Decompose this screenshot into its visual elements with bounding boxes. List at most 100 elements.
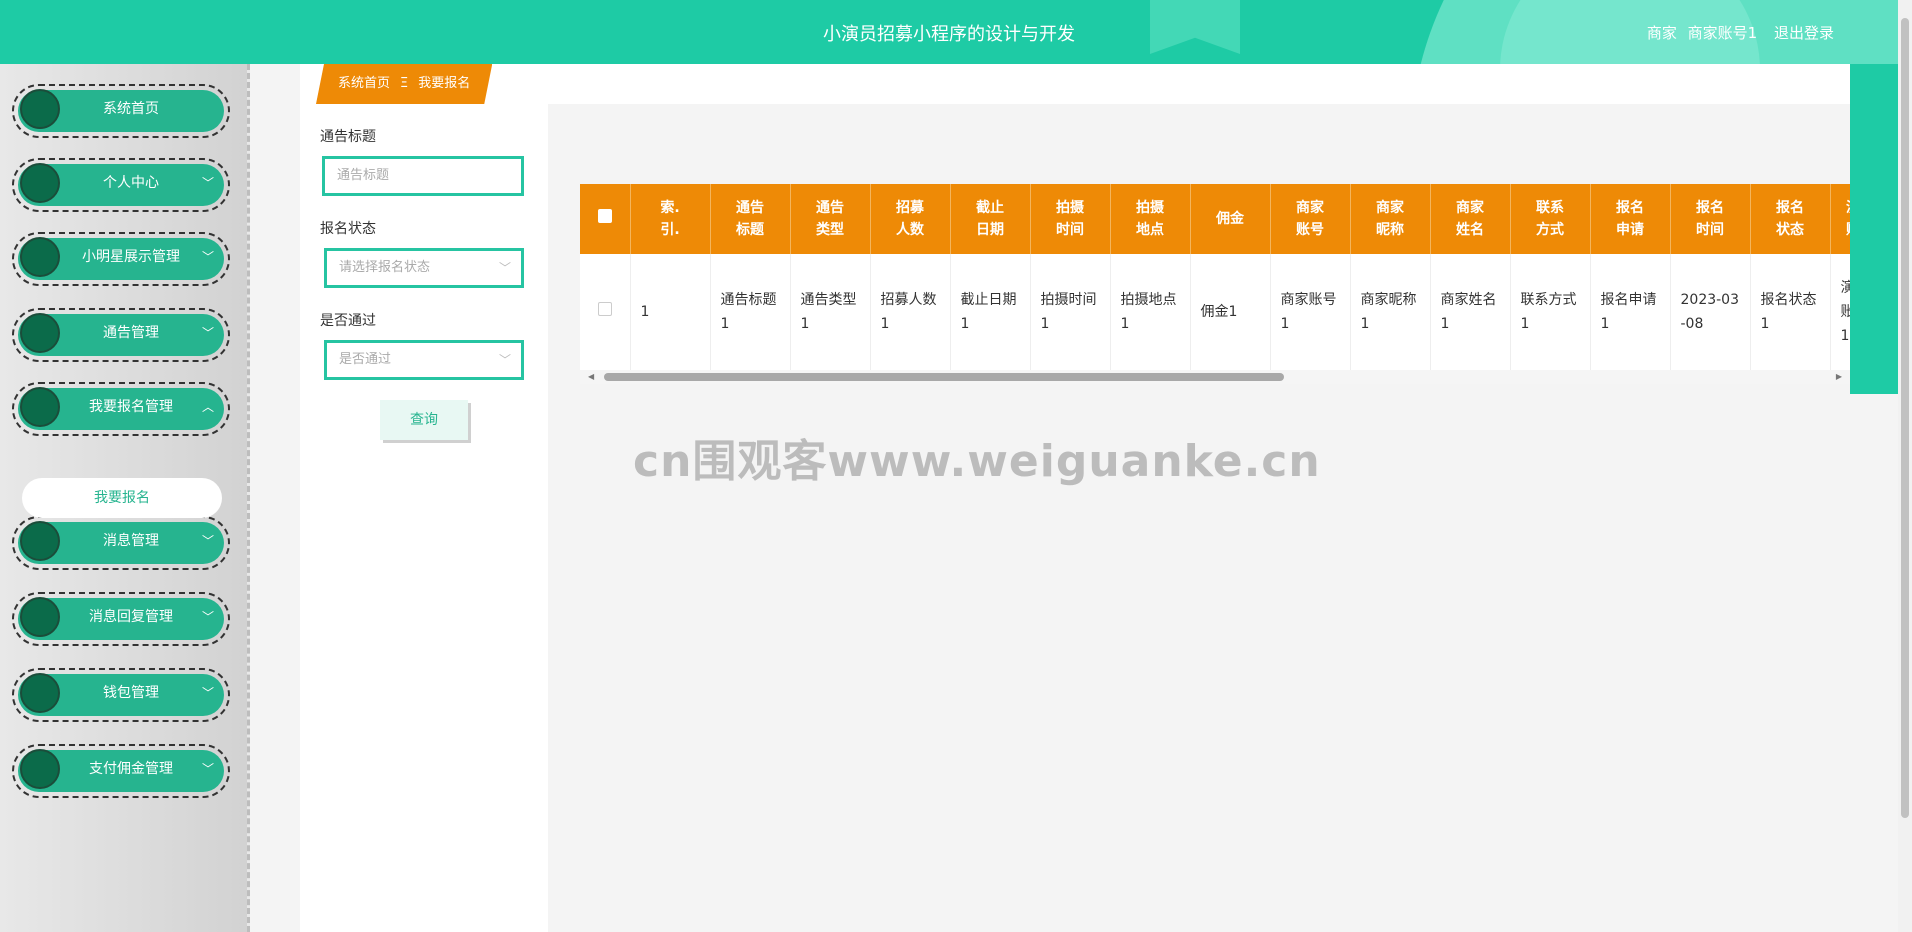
scrollbar-thumb[interactable] bbox=[604, 373, 1284, 381]
signup-table: 索. 引. 通告 标题 通告 类型 招募 人数 截止 日期 拍摄 时间 拍摄 地点 佣金 商家 账号 商家 昵称 商家… bbox=[580, 184, 1850, 371]
table-cell: 截止日期 1 bbox=[950, 254, 1031, 371]
table-row[interactable]: 1 通告标题 1 通告类型 1 招募人数 1 截止日期 1 拍摄时间 1 拍摄地点 1 佣金1 商家账号 1 商… bbox=[580, 254, 1850, 371]
table-cell-text: 商家昵称 bbox=[1360, 292, 1417, 308]
column-header[interactable]: 通告 类型 bbox=[790, 184, 871, 254]
column-header[interactable]: 招募 人数 bbox=[870, 184, 951, 254]
column-header-text: 招募 bbox=[896, 200, 924, 216]
status-select-placeholder: 请选择报名状态 bbox=[339, 260, 431, 275]
chevron-icon: ﹀ bbox=[201, 250, 214, 264]
table-cell: 报名状态 1 bbox=[1750, 254, 1831, 371]
logout-link[interactable]: 退出登录 bbox=[1774, 24, 1834, 42]
sidebar-item-label: 支付佣金管理 bbox=[89, 761, 173, 777]
column-header-text: 佣金 bbox=[1216, 211, 1244, 227]
select-all-checkbox-cell[interactable] bbox=[580, 184, 631, 254]
scroll-right-icon[interactable]: ▶ bbox=[1836, 370, 1842, 384]
table-cell: 拍摄时间 1 bbox=[1030, 254, 1111, 371]
table-cell-text: 商家姓名 bbox=[1440, 292, 1497, 308]
table-cell-text: 联系方式 bbox=[1520, 292, 1577, 308]
select-all-checkbox[interactable] bbox=[597, 209, 612, 223]
pass-label: 是否通过 bbox=[320, 313, 376, 329]
pass-select[interactable]: 是否通过 ﹀ bbox=[324, 340, 524, 380]
column-header[interactable]: 拍摄 地点 bbox=[1110, 184, 1191, 254]
sidebar-item-dot-icon bbox=[20, 89, 60, 129]
table-cell: 招募人数 1 bbox=[870, 254, 951, 371]
table-cell-text: 1 bbox=[1440, 316, 1450, 332]
column-header-text: 昵称 bbox=[1376, 222, 1404, 238]
sidebar: 系统首页 个人中心 ﹀ 小明星展示管理 ﹀ 通告管理 ﹀ 我要报名管理 ︿ 消息管理 ﹀ 消息回复管理… bbox=[0, 64, 250, 932]
column-header[interactable]: 商家 账号 bbox=[1270, 184, 1351, 254]
column-header-text: 账号 bbox=[1835, 219, 1850, 241]
column-header[interactable]: 联系 方式 bbox=[1510, 184, 1591, 254]
sidebar-item-label: 我要报名管理 bbox=[89, 399, 173, 415]
status-label: 报名状态 bbox=[320, 221, 376, 237]
column-header-text: 地点 bbox=[1136, 222, 1164, 238]
table-cell-text: 报名申请 bbox=[1600, 292, 1657, 308]
breadcrumb-home[interactable]: 系统首页 bbox=[338, 76, 390, 91]
column-header-text: 联系 bbox=[1536, 200, 1564, 216]
column-header[interactable]: 报名 时间 bbox=[1670, 184, 1751, 254]
table-cell: 拍摄地点 1 bbox=[1110, 254, 1191, 371]
status-select[interactable]: 请选择报名状态 ﹀ bbox=[324, 248, 524, 288]
column-header[interactable]: 商家 昵称 bbox=[1350, 184, 1431, 254]
table-cell: 佣金1 bbox=[1190, 254, 1271, 371]
column-header-text: 商家 bbox=[1376, 200, 1404, 216]
sidebar-subitem-my-signup[interactable]: 我要报名 bbox=[22, 478, 222, 518]
user-role: 商家 bbox=[1646, 24, 1677, 42]
breadcrumb-bar: 系统首页 Ξ 我要报名 bbox=[300, 64, 1850, 104]
main-panel: 通告标题 通告标题 报名状态 请选择报名状态 ﹀ 是否通过 是否通过 ﹀ 查询 … bbox=[300, 104, 1850, 932]
column-header[interactable]: 商家 姓名 bbox=[1430, 184, 1511, 254]
column-header[interactable]: 佣金 bbox=[1190, 184, 1271, 254]
column-header-text: 引. bbox=[660, 222, 680, 238]
column-header-text: 申请 bbox=[1616, 222, 1644, 238]
table-cell-text: 通告类型 bbox=[800, 292, 857, 308]
row-checkbox[interactable] bbox=[597, 302, 612, 316]
sidebar-item-label: 个人中心 bbox=[103, 175, 159, 191]
column-header[interactable]: 截止 日期 bbox=[950, 184, 1031, 254]
chevron-down-icon: ﹀ bbox=[498, 353, 511, 367]
chevron-icon: ︿ bbox=[201, 400, 214, 414]
user-account: 商家账号1 bbox=[1687, 24, 1758, 42]
sidebar-item-dot-icon bbox=[20, 163, 60, 203]
sidebar-item[interactable]: 消息回复管理 ﹀ bbox=[12, 592, 230, 646]
sidebar-item[interactable]: 小明星展示管理 ﹀ bbox=[12, 232, 230, 286]
sidebar-item[interactable]: 钱包管理 ﹀ bbox=[12, 668, 230, 722]
sidebar-item-label: 通告管理 bbox=[103, 325, 159, 341]
search-panel: 通告标题 通告标题 报名状态 请选择报名状态 ﹀ 是否通过 是否通过 ﹀ 查询 bbox=[300, 104, 548, 932]
horizontal-scrollbar[interactable]: ◀ ▶ bbox=[580, 370, 1850, 384]
column-header[interactable]: 拍摄 时间 bbox=[1030, 184, 1111, 254]
breadcrumb-current: 我要报名 bbox=[418, 76, 471, 91]
column-header[interactable]: 通告 标题 bbox=[710, 184, 791, 254]
chevron-icon: ﹀ bbox=[201, 326, 214, 340]
table-cell-text: 2023-03 bbox=[1680, 292, 1740, 308]
table-cell-text: 1 bbox=[720, 316, 730, 332]
sidebar-item-dot-icon bbox=[20, 521, 60, 561]
signup-table-container: 索. 引. 通告 标题 通告 类型 招募 人数 截止 日期 拍摄 时间 拍摄 地点 佣金 商家 账号 商家 昵称 商家… bbox=[580, 184, 1850, 384]
column-header-text: 索. bbox=[660, 200, 680, 216]
row-checkbox-cell[interactable] bbox=[580, 254, 631, 371]
column-header-text: 商家 bbox=[1456, 200, 1484, 216]
column-header[interactable]: 演员账号 bbox=[1830, 184, 1850, 254]
table-cell: 通告类型 1 bbox=[790, 254, 871, 371]
query-button[interactable]: 查询 bbox=[380, 400, 468, 440]
page-scrollbar[interactable] bbox=[1898, 0, 1912, 932]
title-input[interactable]: 通告标题 bbox=[322, 156, 524, 196]
table-cell-text: -08 bbox=[1680, 316, 1704, 332]
table-cell-text: 商家账号 bbox=[1280, 292, 1337, 308]
column-header[interactable]: 索. 引. bbox=[630, 184, 711, 254]
column-header-text: 商家 bbox=[1296, 200, 1324, 216]
page-scrollbar-thumb[interactable] bbox=[1901, 18, 1909, 818]
sidebar-item[interactable]: 个人中心 ﹀ bbox=[12, 158, 230, 212]
sidebar-item[interactable]: 系统首页 bbox=[12, 84, 230, 138]
sidebar-item-dot-icon bbox=[20, 237, 60, 277]
sidebar-item[interactable]: 我要报名管理 ︿ bbox=[12, 382, 230, 436]
column-header[interactable]: 报名 申请 bbox=[1590, 184, 1671, 254]
sidebar-item[interactable]: 消息管理 ﹀ bbox=[12, 516, 230, 570]
column-header[interactable]: 报名 状态 bbox=[1750, 184, 1831, 254]
sidebar-item-dot-icon bbox=[20, 673, 60, 713]
column-header-text: 时间 bbox=[1056, 222, 1084, 238]
table-cell: 商家昵称 1 bbox=[1350, 254, 1431, 371]
sidebar-item[interactable]: 支付佣金管理 ﹀ bbox=[12, 744, 230, 798]
table-cell: 2023-03 -08 bbox=[1670, 254, 1751, 371]
scroll-left-icon[interactable]: ◀ bbox=[588, 370, 594, 384]
sidebar-item[interactable]: 通告管理 ﹀ bbox=[12, 308, 230, 362]
